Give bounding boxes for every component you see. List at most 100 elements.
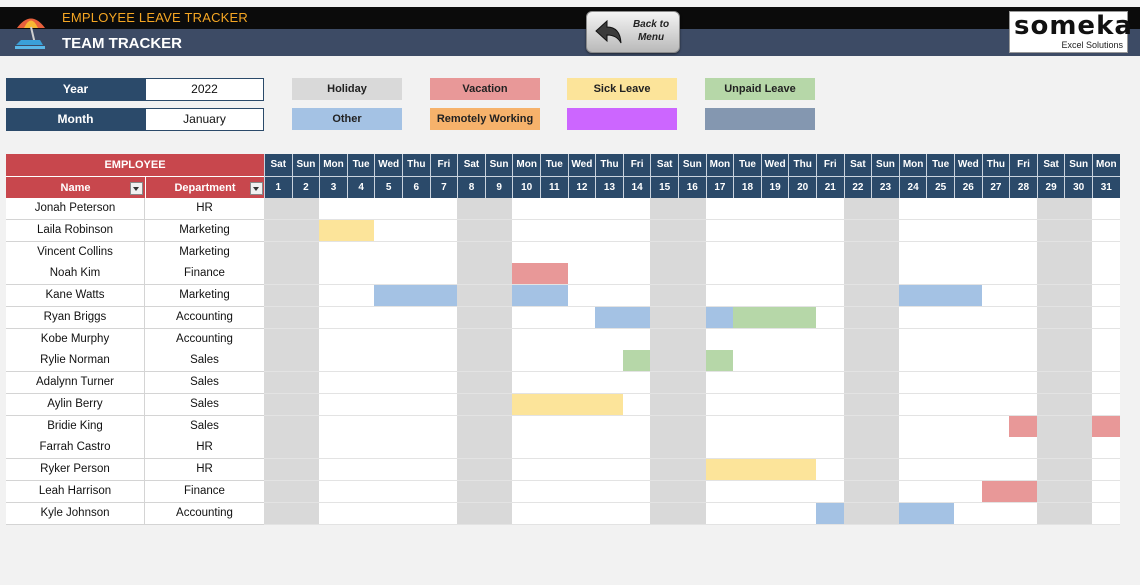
year-field[interactable]: 2022: [145, 78, 264, 101]
day-cell[interactable]: [567, 415, 596, 438]
day-cell[interactable]: [705, 480, 734, 503]
day-cell[interactable]: [429, 350, 458, 373]
day-cell[interactable]: [954, 198, 982, 220]
day-cell[interactable]: [567, 502, 596, 525]
day-cell[interactable]: [678, 393, 706, 416]
day-cell[interactable]: [264, 328, 292, 351]
day-cell[interactable]: [402, 263, 430, 286]
day-cell[interactable]: [1009, 350, 1037, 373]
day-cell[interactable]: [1036, 306, 1065, 329]
day-cell[interactable]: [512, 306, 540, 329]
day-cell[interactable]: [650, 285, 678, 307]
day-cell[interactable]: [457, 480, 485, 503]
day-cell[interactable]: [650, 415, 678, 438]
day-cell[interactable]: [512, 350, 540, 373]
day-cell[interactable]: [1092, 459, 1120, 481]
day-cell[interactable]: [816, 219, 844, 242]
day-cell[interactable]: [457, 285, 485, 307]
day-cell[interactable]: [319, 350, 347, 373]
day-cell[interactable]: [540, 459, 568, 481]
day-cell[interactable]: [733, 219, 761, 242]
day-cell[interactable]: [484, 263, 513, 286]
day-cell[interactable]: [898, 415, 927, 438]
day-cell[interactable]: [954, 285, 982, 307]
day-cell[interactable]: [760, 437, 789, 460]
day-cell[interactable]: [1009, 241, 1037, 264]
day-cell[interactable]: [898, 198, 927, 220]
day-cell[interactable]: [429, 328, 458, 351]
day-cell[interactable]: [816, 459, 844, 481]
day-cell[interactable]: [981, 241, 1010, 264]
day-cell[interactable]: [374, 480, 402, 503]
day-cell[interactable]: [871, 393, 899, 416]
day-cell[interactable]: [705, 198, 734, 220]
day-cell[interactable]: [1036, 285, 1065, 307]
day-cell[interactable]: [705, 502, 734, 525]
day-cell[interactable]: [760, 219, 789, 242]
day-cell[interactable]: [264, 437, 292, 460]
day-cell[interactable]: [1009, 437, 1037, 460]
day-cell[interactable]: [319, 198, 347, 220]
day-cell[interactable]: [678, 415, 706, 438]
day-cell[interactable]: [705, 328, 734, 351]
day-cell[interactable]: [291, 198, 320, 220]
day-cell[interactable]: [788, 328, 816, 351]
day-cell[interactable]: [926, 502, 954, 525]
day-cell[interactable]: [650, 502, 678, 525]
day-cell[interactable]: [429, 415, 458, 438]
day-cell[interactable]: [512, 372, 540, 394]
day-cell[interactable]: [816, 480, 844, 503]
day-cell[interactable]: [1036, 415, 1065, 438]
day-cell[interactable]: [788, 372, 816, 394]
day-cell[interactable]: [457, 241, 485, 264]
day-cell[interactable]: [788, 306, 816, 329]
day-cell[interactable]: [429, 219, 458, 242]
day-cell[interactable]: [374, 502, 402, 525]
day-cell[interactable]: [457, 459, 485, 481]
day-cell[interactable]: [595, 306, 623, 329]
day-cell[interactable]: [705, 306, 734, 329]
day-cell[interactable]: [678, 285, 706, 307]
day-cell[interactable]: [816, 502, 844, 525]
day-cell[interactable]: [1064, 437, 1092, 460]
day-cell[interactable]: [484, 219, 513, 242]
day-cell[interactable]: [457, 263, 485, 286]
day-cell[interactable]: [429, 480, 458, 503]
day-cell[interactable]: [457, 328, 485, 351]
day-cell[interactable]: [816, 372, 844, 394]
day-cell[interactable]: [760, 480, 789, 503]
day-cell[interactable]: [705, 393, 734, 416]
day-cell[interactable]: [788, 393, 816, 416]
day-cell[interactable]: [540, 372, 568, 394]
day-cell[interactable]: [346, 437, 375, 460]
day-cell[interactable]: [429, 393, 458, 416]
day-cell[interactable]: [291, 459, 320, 481]
day-cell[interactable]: [457, 437, 485, 460]
day-cell[interactable]: [954, 459, 982, 481]
day-cell[interactable]: [816, 437, 844, 460]
day-cell[interactable]: [954, 437, 982, 460]
day-cell[interactable]: [733, 328, 761, 351]
department-cell[interactable]: HR: [145, 437, 264, 460]
day-cell[interactable]: [678, 480, 706, 503]
day-cell[interactable]: [374, 285, 402, 307]
day-cell[interactable]: [843, 198, 872, 220]
day-cell[interactable]: [1036, 393, 1065, 416]
day-cell[interactable]: [926, 372, 954, 394]
day-cell[interactable]: [954, 219, 982, 242]
day-cell[interactable]: [981, 306, 1010, 329]
day-cell[interactable]: [678, 350, 706, 373]
day-cell[interactable]: [291, 219, 320, 242]
day-cell[interactable]: [595, 285, 623, 307]
day-cell[interactable]: [291, 241, 320, 264]
day-cell[interactable]: [319, 502, 347, 525]
day-cell[interactable]: [1036, 502, 1065, 525]
day-cell[interactable]: [1036, 241, 1065, 264]
day-cell[interactable]: [816, 241, 844, 264]
day-cell[interactable]: [429, 372, 458, 394]
day-cell[interactable]: [926, 415, 954, 438]
day-cell[interactable]: [981, 263, 1010, 286]
day-cell[interactable]: [512, 415, 540, 438]
day-cell[interactable]: [374, 372, 402, 394]
day-cell[interactable]: [733, 285, 761, 307]
